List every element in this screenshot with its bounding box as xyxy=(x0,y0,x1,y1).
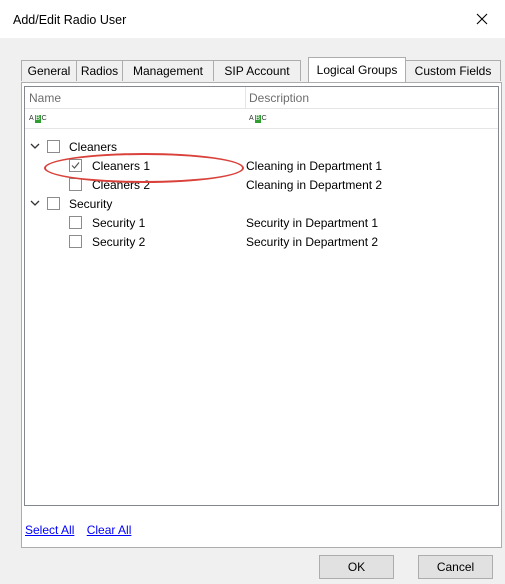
ok-button[interactable]: OK xyxy=(319,555,394,579)
row-label: Cleaners xyxy=(69,140,118,154)
row-label: Security 1 xyxy=(92,216,146,230)
row-description: Cleaning in Department 1 xyxy=(246,159,383,173)
logical-groups-panel: Name Description ABC ABC Cleaners Cleane… xyxy=(21,82,502,548)
row-description: Security in Department 2 xyxy=(246,235,379,249)
tree-row-cleaners[interactable]: Cleaners xyxy=(25,138,498,157)
check-icon xyxy=(71,162,80,169)
window-title: Add/Edit Radio User xyxy=(13,13,127,27)
tab-logical-groups[interactable]: Logical Groups xyxy=(308,57,406,82)
tab-label: Management xyxy=(132,64,204,78)
tree-row-security-2[interactable]: Security 2 Security in Department 2 xyxy=(25,233,498,252)
row-label: Cleaners 1 xyxy=(92,159,151,173)
tab-label: Radios xyxy=(80,64,119,78)
abc-filter-icon[interactable]: ABC xyxy=(249,114,267,123)
abc-filter-icon[interactable]: ABC xyxy=(29,114,47,123)
row-label: Security xyxy=(69,197,113,211)
dialog-body: General Radios Management SIP Account Lo… xyxy=(0,38,505,584)
row-checkbox[interactable] xyxy=(69,216,82,229)
clear-all-link[interactable]: Clear All xyxy=(87,523,132,537)
tab-label: General xyxy=(27,64,71,78)
row-description: Cleaning in Department 2 xyxy=(246,178,383,192)
chevron-down-icon[interactable] xyxy=(30,198,40,208)
select-all-link[interactable]: Select All xyxy=(25,523,74,537)
column-divider[interactable] xyxy=(245,87,246,108)
row-checkbox[interactable] xyxy=(47,140,60,153)
title-bar: Add/Edit Radio User xyxy=(0,0,505,38)
filter-row: ABC ABC xyxy=(25,108,498,129)
close-icon xyxy=(476,13,488,25)
close-button[interactable] xyxy=(459,0,505,38)
tab-sip-account[interactable]: SIP Account xyxy=(213,60,301,81)
column-header-row: Name Description xyxy=(25,87,498,109)
selection-links: Select All Clear All xyxy=(25,523,140,537)
row-description: Security in Department 1 xyxy=(246,216,379,230)
tree-row-security-1[interactable]: Security 1 Security in Department 1 xyxy=(25,214,498,233)
row-checkbox[interactable] xyxy=(69,178,82,191)
tab-label: Custom Fields xyxy=(414,64,492,78)
row-checkbox[interactable] xyxy=(47,197,60,210)
column-header-description[interactable]: Description xyxy=(249,91,309,105)
tree-row-cleaners-2[interactable]: Cleaners 2 Cleaning in Department 2 xyxy=(25,176,498,195)
row-checkbox-checked[interactable] xyxy=(69,159,82,172)
row-label: Security 2 xyxy=(92,235,146,249)
chevron-down-icon[interactable] xyxy=(30,141,40,151)
tab-radios[interactable]: Radios xyxy=(76,60,123,81)
row-checkbox[interactable] xyxy=(69,235,82,248)
tab-custom-fields[interactable]: Custom Fields xyxy=(405,60,501,81)
row-label: Cleaners 2 xyxy=(92,178,151,192)
tree-row-security[interactable]: Security xyxy=(25,195,498,214)
tab-management[interactable]: Management xyxy=(122,60,214,81)
cancel-button[interactable]: Cancel xyxy=(418,555,493,579)
tab-general[interactable]: General xyxy=(21,60,77,81)
tab-label: Logical Groups xyxy=(316,63,398,77)
column-header-name[interactable]: Name xyxy=(29,91,61,105)
groups-tree-grid[interactable]: Name Description ABC ABC Cleaners Cleane… xyxy=(24,86,499,506)
tree-row-cleaners-1[interactable]: Cleaners 1 Cleaning in Department 1 xyxy=(25,157,498,176)
tab-label: SIP Account xyxy=(224,64,290,78)
